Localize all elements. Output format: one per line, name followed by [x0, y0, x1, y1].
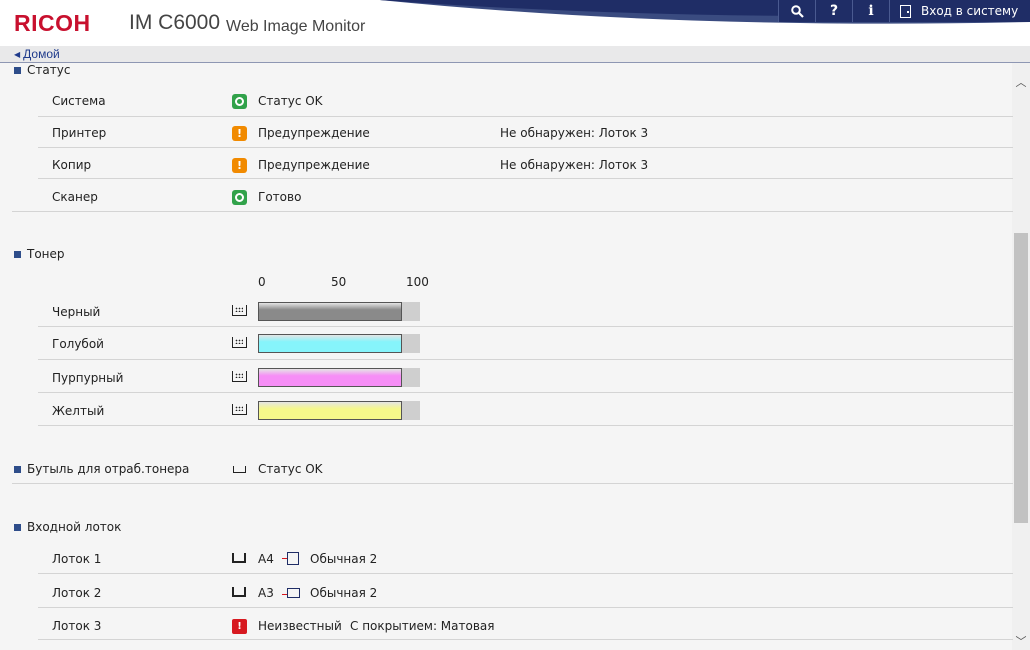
toner-row-magenta: Пурпурный	[38, 368, 1013, 393]
waste-toner-section-title: Бутыль для отраб.тонера	[14, 462, 189, 476]
status-row-printer: Принтер ! Предупреждение Не обнаружен: Л…	[38, 126, 1013, 148]
toner-bar	[258, 302, 420, 321]
toner-cartridge-icon	[232, 305, 247, 316]
tray-row-1: Лоток 1 A4 Обычная 2	[38, 552, 1013, 574]
section-bullet-icon	[14, 465, 21, 473]
toner-bar-fill	[258, 368, 402, 387]
tray-paper-type: Обычная 2	[310, 586, 378, 600]
waste-toner-row: Бутыль для отраб.тонера Статус OK	[12, 462, 1013, 484]
tray-paper-size: A3	[258, 586, 274, 600]
toolbar: ? i Вход в систему	[778, 0, 1030, 22]
status-value: Предупреждение	[258, 158, 370, 172]
paper-tray-icon	[232, 587, 246, 597]
waste-toner-label: Бутыль для отраб.тонера	[27, 462, 190, 476]
toner-bar-fill	[258, 302, 402, 321]
input-tray-title: Входной лоток	[27, 520, 122, 534]
tray-error-icon: !	[232, 619, 247, 634]
toner-bar-fill	[258, 334, 402, 353]
tray-row-2: Лоток 2 A3 Обычная 2	[38, 586, 1013, 608]
tray-paper-type: Обычная 2	[310, 552, 378, 566]
waste-toner-value: Статус OK	[258, 462, 323, 476]
toner-bar	[258, 401, 420, 420]
toner-label: Голубой	[52, 337, 104, 351]
scroll-down-arrow-icon[interactable]: ﹀	[1012, 634, 1030, 650]
tray-row-3: Лоток 3 ! Неизвестный С покрытием: Матов…	[38, 619, 1013, 640]
status-label: Принтер	[52, 126, 107, 140]
toner-scale-max: 100	[406, 275, 429, 289]
status-value: Готово	[258, 190, 302, 204]
toner-cartridge-icon	[232, 337, 247, 348]
header: RICOH IM C6000 Web Image Monitor ? i Вхо…	[0, 0, 1030, 46]
toner-row-cyan: Голубой	[38, 334, 1013, 360]
section-bullet-icon	[14, 250, 21, 258]
status-warning-icon: !	[232, 126, 247, 141]
toner-bar	[258, 334, 420, 353]
scroll-thumb[interactable]	[1014, 233, 1028, 523]
status-value: Предупреждение	[258, 126, 370, 140]
toner-label: Пурпурный	[52, 371, 124, 385]
breadcrumb-home-label: Домой	[23, 47, 60, 61]
login-label: Вход в систему	[921, 4, 1019, 18]
breadcrumb-home-link[interactable]: ◀ Домой	[14, 47, 60, 61]
scroll-up-arrow-icon[interactable]: ︿	[1012, 75, 1030, 91]
search-icon	[790, 4, 804, 18]
status-row-copier: Копир ! Предупреждение Не обнаружен: Лот…	[38, 158, 1013, 179]
status-label: Система	[52, 94, 106, 108]
input-tray-section-title: Входной лоток	[14, 520, 121, 534]
tray-label: Лоток 1	[52, 552, 102, 566]
status-ok-icon	[232, 94, 247, 109]
tray-label: Лоток 3	[52, 619, 102, 633]
toner-scale-mid: 50	[331, 275, 347, 289]
status-label: Сканер	[52, 190, 98, 204]
tray-paper-type: С покрытием: Матовая	[350, 619, 495, 633]
device-model: IM C6000	[129, 11, 221, 34]
info-button[interactable]: i	[852, 0, 889, 22]
status-detail: Не обнаружен: Лоток 3	[500, 126, 649, 140]
info-icon: i	[868, 3, 874, 19]
paper-landscape-icon	[282, 588, 300, 598]
status-label: Копир	[52, 158, 92, 172]
section-bullet-icon	[14, 523, 21, 531]
tray-label: Лоток 2	[52, 586, 102, 600]
login-button[interactable]: Вход в систему	[889, 0, 1030, 22]
triangle-left-icon: ◀	[14, 50, 21, 59]
brand-logo: RICOH	[14, 10, 91, 36]
app-title: Web Image Monitor	[226, 18, 366, 35]
toner-cartridge-icon	[232, 404, 247, 415]
waste-toner-bottle-icon	[233, 466, 246, 473]
status-warning-icon: !	[232, 158, 247, 173]
toner-cartridge-icon	[232, 371, 247, 382]
toner-title: Тонер	[27, 247, 65, 261]
status-row-scanner: Сканер Готово	[12, 190, 1013, 212]
help-button[interactable]: ?	[815, 0, 852, 22]
status-value: Статус OK	[258, 94, 323, 108]
toner-bar-fill	[258, 401, 402, 420]
help-icon: ?	[829, 3, 839, 19]
paper-tray-icon	[232, 553, 246, 563]
breadcrumb: ◀ Домой	[0, 46, 1030, 63]
toner-row-yellow: Желтый	[38, 401, 1013, 426]
toner-scale-min: 0	[258, 275, 266, 289]
tray-paper-size: Неизвестный	[258, 619, 342, 633]
vertical-scrollbar[interactable]: ︿ ﹀	[1012, 63, 1030, 650]
paper-portrait-icon	[282, 552, 299, 565]
status-row-system: Система Статус OK	[38, 94, 1013, 117]
tray-paper-size: A4	[258, 552, 274, 566]
toner-bar	[258, 368, 420, 387]
toner-row-black: Черный	[38, 302, 1013, 327]
door-icon	[900, 4, 911, 18]
toner-label: Черный	[52, 305, 101, 319]
status-title: Статус	[27, 63, 71, 77]
status-section-title: Статус	[14, 63, 70, 77]
status-detail: Не обнаружен: Лоток 3	[500, 158, 649, 172]
status-ok-icon	[232, 190, 247, 205]
toner-label: Желтый	[52, 404, 105, 418]
section-bullet-icon	[14, 66, 21, 74]
toner-section-title: Тонер	[14, 247, 65, 261]
search-button[interactable]	[778, 0, 815, 22]
